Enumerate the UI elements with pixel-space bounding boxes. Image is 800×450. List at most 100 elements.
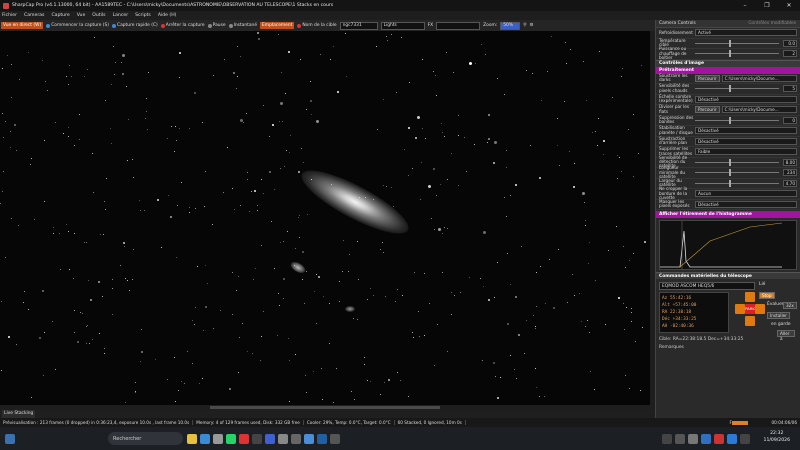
edge-icon[interactable] [200,433,210,444]
track-rate-select[interactable]: 32x [783,302,797,309]
star [139,200,140,201]
install-button[interactable]: Installer [767,312,790,319]
number-input[interactable]: 2 [783,50,797,58]
folder-icon[interactable] [187,433,197,444]
menu-capture[interactable]: Capture [51,13,69,18]
scroll-thumb[interactable] [210,406,440,409]
section-image-controls[interactable]: Contrôles d'image [656,59,800,67]
app-icon-7[interactable] [304,433,314,444]
tray-icon-3[interactable] [688,433,698,444]
goto-button[interactable]: Aller à [777,330,795,341]
slider[interactable] [695,50,779,58]
menu-cameras[interactable]: Cameras [24,13,44,18]
target-name-input[interactable]: ngc7331 [339,21,378,30]
slider[interactable] [695,116,779,124]
cooling-select[interactable]: Activé [695,29,797,37]
app-icon-3[interactable] [252,433,262,444]
star [569,151,570,152]
pin-button[interactable]: Emplacement [260,22,295,29]
star [236,290,237,291]
slider[interactable] [695,158,779,166]
histogram-view[interactable] [659,220,797,270]
live-image-view[interactable] [0,31,655,405]
app-icon-6[interactable] [291,433,301,444]
stop-button[interactable]: Stop [759,292,775,299]
whatsapp-icon[interactable] [226,433,236,444]
path-field[interactable]: C:\Users\micky\Docume... [721,74,797,82]
option-select[interactable]: Désactivé [695,95,797,103]
tab-live-stacking[interactable]: Live Stacking [2,410,36,418]
tray-icon-6[interactable] [727,433,737,444]
option-select[interactable]: Faible [695,148,797,156]
arrow-left-icon[interactable] [735,304,745,314]
menu-view[interactable]: Vue [77,13,86,18]
app-icon-1[interactable] [213,433,223,444]
option-select[interactable]: Aucun [695,190,797,198]
menu-launch[interactable]: Lancer [113,13,129,18]
menu-tools[interactable]: Outils [92,13,105,18]
connected-checkbox[interactable]: Lié [759,282,765,290]
fx-select[interactable] [436,21,481,30]
tray-icon-1[interactable] [662,433,672,444]
start-capture-button[interactable]: Commencer la capture (S) [46,23,109,28]
quick-capture-button[interactable]: Capture rapide (C) [112,23,158,28]
number-input[interactable]: 4.70 [783,179,797,187]
menu-file[interactable]: Fichier [2,13,17,18]
number-input[interactable]: 234 [783,169,797,177]
star [314,291,315,292]
live-view-button[interactable]: Vue en direct (W) [1,22,44,29]
slider[interactable] [695,39,779,47]
arrow-right-icon[interactable] [755,304,765,314]
zoom-select[interactable]: 50% [500,21,521,30]
tray-icon-2[interactable] [675,433,685,444]
app-icon-4[interactable] [265,433,275,444]
star [454,295,455,296]
app-icon-9[interactable] [330,433,340,444]
option-select[interactable]: Désactivé [695,137,797,145]
slider[interactable] [695,85,779,93]
telescope-select[interactable]: EQMOD ASCOM HEQ5/6 [659,282,755,290]
tray-icon-4[interactable] [701,433,711,444]
slider[interactable] [695,169,779,177]
star [2,68,3,69]
histogram-icon[interactable]: ⚲ [523,23,526,28]
galaxy-main [294,159,416,245]
app-icon-5[interactable] [278,433,288,444]
star [227,147,228,148]
path-field[interactable]: C:\Users\micky\Docume... [721,106,797,114]
pause-button[interactable]: Pause [207,23,226,28]
weather-icon[interactable] [5,433,15,444]
menu-scripts[interactable]: Scripts [135,13,151,18]
number-input[interactable]: 5 [783,85,797,93]
tray-icon-5[interactable] [714,433,724,444]
taskbar-search[interactable]: Rechercher [108,432,183,445]
option-select[interactable]: Désactivé [695,200,797,208]
taskbar-clock[interactable]: 22:32 11/09/2026 [764,430,790,444]
star [435,75,436,76]
number-input[interactable]: 8.00 [783,158,797,166]
panel-options[interactable]: Contrôles modifiables [748,21,796,26]
arrow-up-icon[interactable] [745,292,755,302]
option-select[interactable]: Désactivé [695,127,797,135]
park-button[interactable]: PARK [745,304,755,314]
maximize-button[interactable]: ❐ [756,0,778,11]
number-input[interactable]: 0 [783,116,797,124]
minimize-button[interactable]: – [734,0,756,11]
number-input[interactable]: 0.0 [783,39,797,47]
app-icon-2[interactable] [239,433,249,444]
browse-button[interactable]: Parcourir [695,74,720,82]
menu-help[interactable]: Aide (H) [158,13,177,18]
close-button[interactable]: ✕ [778,0,800,11]
browse-button[interactable]: Parcourir [695,106,720,114]
star [420,199,421,200]
slider[interactable] [695,179,779,187]
tray-icon-7[interactable] [740,433,750,444]
arrow-down-icon[interactable] [745,316,755,326]
frame-type-select[interactable]: Lights [380,21,425,30]
section-histogram[interactable]: Afficher l'étirement de l'histogramme [656,211,800,218]
settings-icon[interactable]: ⚙ [529,23,533,28]
stop-capture-button[interactable]: Arrêter la capture [160,23,205,28]
section-telescope[interactable]: Commandes matérielles du télescope [656,272,800,279]
snapshot-button[interactable]: Instantané [228,23,257,28]
app-icon-8[interactable] [317,433,327,444]
